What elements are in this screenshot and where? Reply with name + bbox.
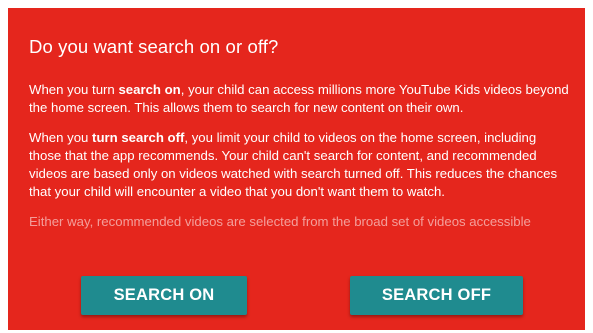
search-on-button[interactable]: SEARCH ON (81, 276, 247, 315)
search-on-text-start: When you turn (29, 82, 119, 97)
search-off-text-start: When you (29, 130, 93, 145)
dialog-body: When you turn search on, your child can … (29, 81, 569, 231)
search-off-emphasis: turn search off (92, 130, 185, 145)
dialog-title: Do you want search on or off? (29, 36, 279, 57)
search-settings-dialog: Do you want search on or off? When you t… (8, 8, 585, 330)
recommended-videos-paragraph: Either way, recommended videos are selec… (29, 214, 531, 229)
search-on-paragraph: When you turn search on, your child can … (29, 81, 569, 117)
search-on-emphasis: search on (118, 82, 181, 97)
search-off-button[interactable]: SEARCH OFF (350, 276, 523, 315)
search-off-paragraph: When you turn search off, you limit your… (29, 129, 569, 201)
